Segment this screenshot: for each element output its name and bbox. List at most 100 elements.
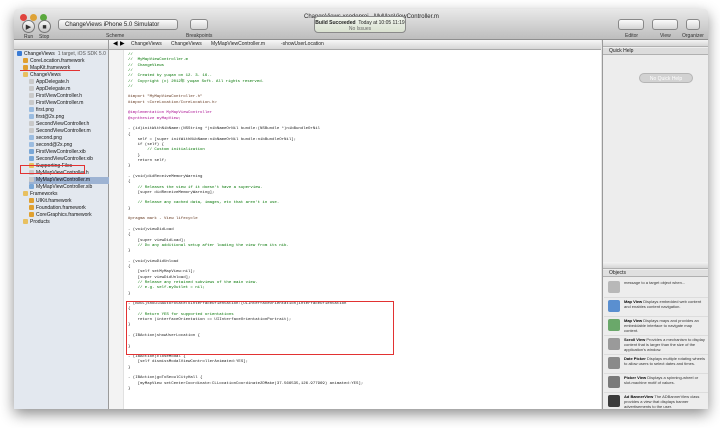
library-item[interactable]: message to a target object when... xyxy=(604,279,708,298)
navigator-item[interactable]: MyMapViewController.m xyxy=(29,177,109,184)
navigator-item[interactable]: FirstViewController.xib xyxy=(29,149,109,156)
jumpbar-crumb-file[interactable]: MyMapViewController.m xyxy=(211,40,265,49)
library-item[interactable]: Ad BannerView The ADBannerView class pro… xyxy=(604,393,708,409)
organizer-button[interactable] xyxy=(686,19,700,30)
xib-icon xyxy=(29,184,34,190)
file-m-icon xyxy=(29,177,34,183)
navigator-item[interactable]: Products xyxy=(23,219,109,226)
code-line: // xyxy=(128,84,133,89)
navigator-item[interactable]: MyMapViewController.xib xyxy=(29,184,109,191)
navigator-item[interactable]: AppDelegate.h xyxy=(29,79,109,86)
code-line: } xyxy=(128,291,131,296)
scheme-label: Scheme xyxy=(106,33,125,39)
xcode-window: ▶ ■ Run Stop ChangeViews iPhone 5.0 Simu… xyxy=(14,9,708,409)
code-line: @synthesize myMapView; xyxy=(128,116,181,121)
navigator-item-label: second.png xyxy=(36,135,62,141)
navigator-item[interactable]: SecondViewController.h xyxy=(29,121,109,128)
project-navigator: ChangeViews 1 target, iOS SDK 5.0 CoreLoca… xyxy=(14,40,109,409)
code-line: - (IBAction)goToSeoulCityHall { xyxy=(128,376,203,381)
navigator-selector-bar[interactable] xyxy=(14,40,108,50)
navigator-item-label: AppDelegate.h xyxy=(36,79,70,85)
breakpoints-button[interactable] xyxy=(190,19,208,30)
navigator-item[interactable]: first@2x.png xyxy=(29,114,109,121)
navigator-item[interactable]: ChangeViews 1 target, iOS SDK 5.0 xyxy=(17,51,109,58)
navigator-item[interactable]: SecondViewController.xib xyxy=(29,156,109,163)
library-item[interactable]: Date Picker Displays multiple rotating w… xyxy=(604,355,708,374)
back-arrow-icon[interactable]: ◀ xyxy=(113,40,118,49)
navigator-item-label: SecondViewController.xib xyxy=(36,156,93,162)
jump-bar: ◀ ▶ ChangeViews ChangeViews MyMapViewCon… xyxy=(109,40,601,50)
inspector-selector-bar[interactable] xyxy=(603,40,708,47)
navigator-item-label: SecondViewController.h xyxy=(36,121,90,127)
navigator-item[interactable]: FirstViewController.m xyxy=(29,100,109,107)
library-item[interactable]: Map View Displays maps and provides an e… xyxy=(604,317,708,336)
file-m-icon xyxy=(29,100,34,106)
library-selector-bar[interactable] xyxy=(603,262,708,269)
navigator-item[interactable]: UIKit.framework xyxy=(29,198,109,205)
framework-icon xyxy=(29,212,34,218)
navigator-item[interactable]: second@2x.png xyxy=(29,142,109,149)
view-toggle-segment[interactable] xyxy=(652,19,678,30)
jumpbar-crumb-group[interactable]: ChangeViews xyxy=(171,40,202,49)
folder-icon xyxy=(23,219,28,225)
file-m-icon xyxy=(29,86,34,92)
navigator-item[interactable]: first.png xyxy=(29,107,109,114)
code-line: [super viewDidUnload]; xyxy=(128,275,191,280)
code-line: // Copyright (c) 2012年 yuqan Soft. All r… xyxy=(128,79,265,84)
library-item-description: message to a target object when... xyxy=(624,280,686,285)
folder-icon xyxy=(23,72,28,78)
navigator-item[interactable]: AppDelegate.m xyxy=(29,86,109,93)
navigator-item-label: CoreGraphics.framework xyxy=(36,212,92,218)
library-filter-bar[interactable]: Objects xyxy=(603,270,708,277)
navigator-item[interactable]: FirstViewController.h xyxy=(29,93,109,100)
code-line: // Created by yuqan on 12. 3. 16.. xyxy=(128,74,213,79)
navigator-item-label: FirstViewController.xib xyxy=(36,149,86,155)
navigator-item-label: FirstViewController.h xyxy=(36,93,83,99)
navigator-item[interactable]: Foundation.framework xyxy=(29,205,109,212)
highlight-box-navigator xyxy=(20,165,85,174)
file-h-icon xyxy=(29,93,34,99)
library-item[interactable]: Scroll View Provides a mechanism to disp… xyxy=(604,336,708,355)
code-line: // Releases the view if it doesn't have … xyxy=(128,185,263,190)
code-line: - (void)didReceiveMemoryWarning xyxy=(128,174,203,179)
webview-icon xyxy=(608,300,620,312)
library-item[interactable]: Map View Displays embedded web content a… xyxy=(604,298,708,317)
library-selector[interactable]: Objects xyxy=(609,270,626,276)
navigator-item-label: AppDelegate.m xyxy=(36,86,71,92)
framework-icon xyxy=(23,58,28,64)
navigator-item[interactable]: second.png xyxy=(29,135,109,142)
jumpbar-crumb-method[interactable]: -showUserLocation xyxy=(281,40,324,49)
navigator-item[interactable]: ChangeViews xyxy=(23,72,109,79)
editor-label: Editor xyxy=(625,33,639,39)
navigator-item-label: MyMapViewController.m xyxy=(36,177,91,183)
code-line: } xyxy=(128,249,131,254)
navigator-item-label: CoreLocation.framework xyxy=(30,58,85,64)
pickerview-icon xyxy=(608,376,620,388)
stop-button[interactable]: ■ xyxy=(38,20,51,33)
toolbar: ▶ ■ Run Stop ChangeViews iPhone 5.0 Simu… xyxy=(14,9,708,40)
organizer-label: Organizer xyxy=(682,33,704,39)
navigator-item[interactable]: CoreGraphics.framework xyxy=(29,212,109,219)
jumpbar-crumb-project[interactable]: ChangeViews xyxy=(131,40,162,49)
navigator-item-subtitle: 1 target, iOS SDK 5.0 xyxy=(57,51,106,57)
navigator-item[interactable]: Frameworks xyxy=(23,191,109,198)
navigator-item-label: ChangeViews xyxy=(24,51,55,57)
scheme-selector[interactable]: ChangeViews iPhone 5.0 Simulator xyxy=(58,19,178,30)
framework-icon xyxy=(29,205,34,211)
navigator-item[interactable]: SecondViewController.m xyxy=(29,128,109,135)
datepicker-icon xyxy=(608,357,620,369)
source-editor[interactable]: // // MyMapViewController.m// ChangeViews… xyxy=(124,50,601,409)
forward-arrow-icon[interactable]: ▶ xyxy=(120,40,125,49)
editor-mode-segment[interactable] xyxy=(618,19,644,30)
navigator-item[interactable]: CoreLocation.framework xyxy=(23,58,109,65)
code-line: // MyMapViewController.m xyxy=(128,58,189,63)
library-item-text: Ad BannerView The ADBannerView class pro… xyxy=(624,394,706,409)
library-item-text: Map View Displays embedded web content a… xyxy=(624,299,706,309)
image-icon xyxy=(29,114,34,120)
editor-gutter[interactable] xyxy=(109,50,124,409)
code-line: #pragma mark - View lifecycle xyxy=(128,217,198,222)
library-item[interactable]: Picker View Displays a spinning-wheel or… xyxy=(604,374,708,393)
quick-help-title: Quick Help xyxy=(609,48,634,54)
button-icon xyxy=(608,281,620,293)
run-button[interactable]: ▶ xyxy=(22,20,35,33)
